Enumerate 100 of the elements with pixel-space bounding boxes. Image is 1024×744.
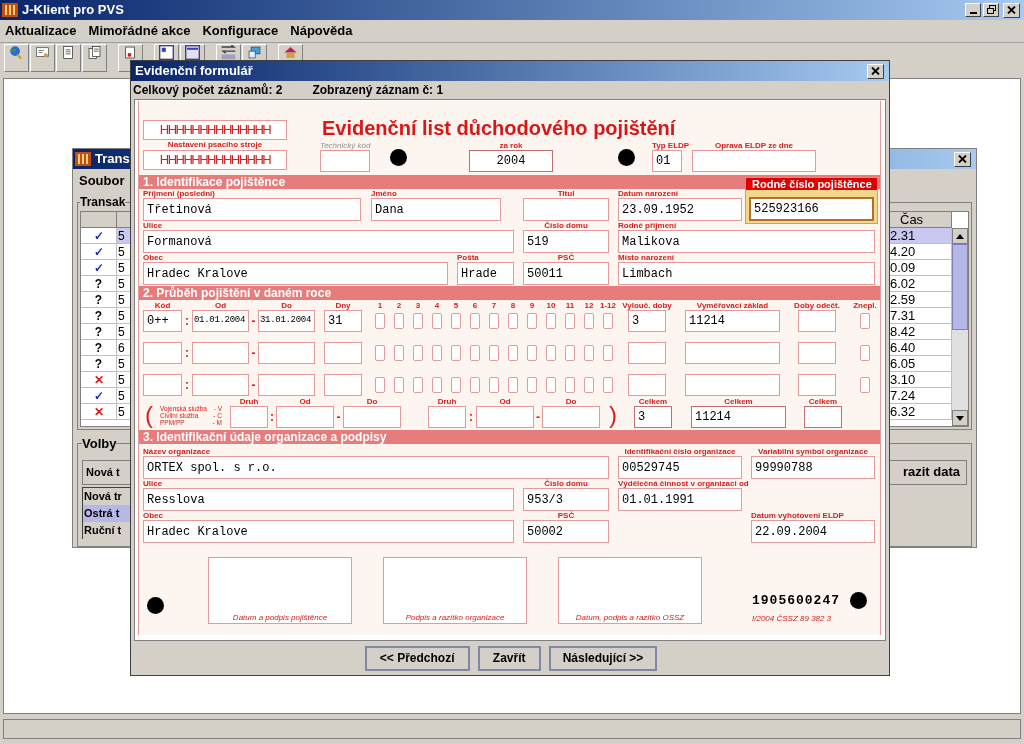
form-field[interactable]: 50011	[523, 262, 609, 285]
month-checkbox[interactable]	[470, 345, 480, 361]
form-field[interactable]	[542, 406, 600, 428]
month-checkbox[interactable]	[527, 345, 537, 361]
form-field[interactable]: ORTEX spol. s r.o.	[143, 456, 609, 479]
close-button[interactable]	[954, 151, 971, 167]
form-field[interactable]	[804, 406, 842, 428]
month-checkbox[interactable]	[508, 345, 518, 361]
month-checkbox[interactable]	[432, 345, 442, 361]
month-checkbox[interactable]	[565, 377, 575, 393]
month-checkbox[interactable]	[527, 313, 537, 329]
form-field[interactable]	[324, 342, 362, 364]
form-field[interactable]: 23.09.1952	[618, 198, 742, 221]
form-field[interactable]: 11214	[685, 310, 780, 332]
form-field[interactable]: 99990788	[751, 456, 875, 479]
dialog-button[interactable]: Zavřít	[477, 645, 541, 671]
form-field[interactable]	[192, 342, 249, 364]
month-checkbox[interactable]	[394, 345, 404, 361]
menu-item[interactable]: Nápověda	[290, 21, 353, 41]
menu-item[interactable]: Aktualizace	[5, 21, 77, 41]
form-field[interactable]	[143, 374, 182, 396]
month-checkbox[interactable]	[394, 313, 404, 329]
form-field[interactable]: 31	[324, 310, 362, 332]
minimize-button[interactable]	[965, 2, 981, 17]
form-field[interactable]	[230, 406, 268, 428]
form-field[interactable]	[143, 342, 182, 364]
form-field[interactable]	[428, 406, 466, 428]
month-checkbox[interactable]	[470, 313, 480, 329]
close-button[interactable]	[1003, 2, 1020, 18]
form-field[interactable]: Dana	[371, 198, 501, 221]
checkbox[interactable]	[860, 377, 870, 393]
close-button[interactable]	[867, 63, 884, 79]
form-field[interactable]: Hradec Kralove	[143, 520, 514, 543]
month-checkbox[interactable]	[546, 313, 556, 329]
form-field[interactable]	[343, 406, 401, 428]
month-checkbox[interactable]	[451, 313, 461, 329]
form-field[interactable]: 3	[628, 310, 666, 332]
form-field[interactable]: Hradec Kralove	[143, 262, 448, 285]
form-field[interactable]: 01.01.2004	[192, 310, 249, 332]
month-checkbox[interactable]	[489, 345, 499, 361]
month-checkbox[interactable]	[584, 313, 594, 329]
month-checkbox[interactable]	[584, 345, 594, 361]
column-header[interactable]	[81, 212, 117, 228]
toolbar-button[interactable]	[56, 44, 81, 72]
form-field[interactable]	[685, 374, 780, 396]
form-field[interactable]	[258, 374, 315, 396]
month-checkbox[interactable]	[603, 377, 613, 393]
form-field[interactable]: 525923166	[749, 197, 874, 221]
month-checkbox[interactable]	[508, 377, 518, 393]
toolbar-button[interactable]	[82, 44, 107, 72]
form-field[interactable]: 2004	[469, 150, 553, 172]
month-checkbox[interactable]	[603, 313, 613, 329]
form-field[interactable]	[692, 150, 816, 172]
month-checkbox[interactable]	[489, 377, 499, 393]
month-checkbox[interactable]	[546, 377, 556, 393]
form-field[interactable]	[798, 374, 836, 396]
form-field[interactable]	[320, 150, 370, 172]
form-field[interactable]	[628, 374, 666, 396]
form-field[interactable]: Limbach	[618, 262, 875, 285]
month-checkbox[interactable]	[432, 377, 442, 393]
form-field[interactable]	[523, 198, 609, 221]
checkbox[interactable]	[860, 345, 870, 361]
dialog-button[interactable]: Následující >>	[548, 645, 658, 671]
month-checkbox[interactable]	[565, 345, 575, 361]
menu-item[interactable]: Konfigurace	[202, 21, 279, 41]
form-field[interactable]	[324, 374, 362, 396]
form-field[interactable]: 11214	[691, 406, 786, 428]
form-field[interactable]: 0++	[143, 310, 182, 332]
form-field[interactable]	[628, 342, 666, 364]
form-field[interactable]: 01.01.1991	[618, 488, 742, 511]
month-checkbox[interactable]	[375, 377, 385, 393]
form-field[interactable]: 00529745	[618, 456, 742, 479]
month-checkbox[interactable]	[584, 377, 594, 393]
form-field[interactable]	[258, 342, 315, 364]
form-field[interactable]: 50002	[523, 520, 609, 543]
form-field[interactable]: 31.01.2004	[258, 310, 315, 332]
checkbox[interactable]	[860, 313, 870, 329]
month-checkbox[interactable]	[603, 345, 613, 361]
form-field[interactable]: Malikova	[618, 230, 875, 253]
form-field[interactable]: Třetinová	[143, 198, 361, 221]
month-checkbox[interactable]	[565, 313, 575, 329]
form-field[interactable]	[276, 406, 334, 428]
month-checkbox[interactable]	[470, 377, 480, 393]
month-checkbox[interactable]	[413, 377, 423, 393]
dialog-button[interactable]: << Předchozí	[364, 645, 470, 671]
form-field[interactable]	[476, 406, 534, 428]
form-field[interactable]	[798, 342, 836, 364]
month-checkbox[interactable]	[375, 313, 385, 329]
month-checkbox[interactable]	[451, 345, 461, 361]
month-checkbox[interactable]	[527, 377, 537, 393]
scrollbar-thumb[interactable]	[952, 244, 968, 330]
month-checkbox[interactable]	[546, 345, 556, 361]
month-checkbox[interactable]	[375, 345, 385, 361]
form-field[interactable]: 519	[523, 230, 609, 253]
menu-item[interactable]: Mimořádné akce	[88, 21, 191, 41]
form-field[interactable]: 953/3	[523, 488, 609, 511]
month-checkbox[interactable]	[413, 345, 423, 361]
menu-item[interactable]: Soubor	[79, 171, 125, 191]
maximize-button[interactable]	[983, 2, 999, 17]
form-field[interactable]: Resslova	[143, 488, 514, 511]
